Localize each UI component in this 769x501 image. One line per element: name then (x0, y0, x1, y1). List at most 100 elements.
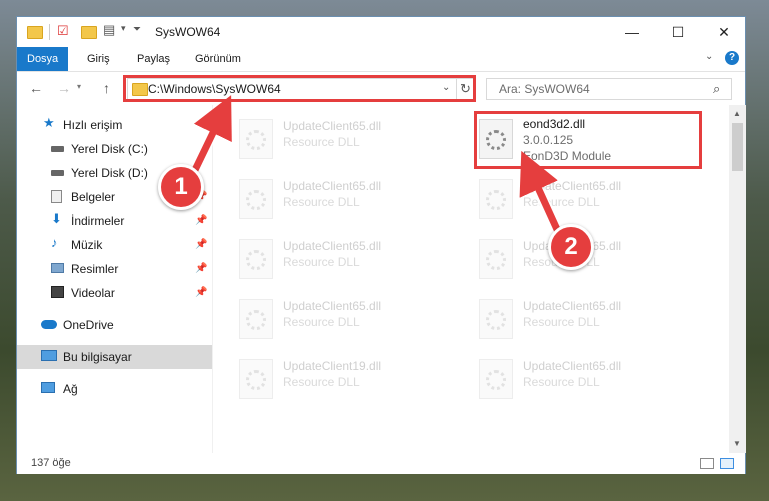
title-bar: ☑ ▤ ▾ ⏷ SysWOW64 — ☐ ✕ (17, 17, 745, 47)
scroll-up-icon[interactable]: ▲ (733, 109, 741, 118)
dll-file-icon (239, 299, 273, 339)
music-icon: ♪ (51, 235, 58, 250)
drive-icon (51, 146, 64, 152)
list-item[interactable]: UpdateClient65.dll Resource DLL (479, 235, 709, 285)
star-icon: ★ (43, 115, 55, 130)
sidebar-item-onedrive[interactable]: OneDrive (17, 313, 212, 337)
file-name: UpdateClient65.dll (283, 299, 382, 313)
status-bar: 137 öğe (17, 453, 745, 474)
pin-icon[interactable]: 📌 (195, 257, 207, 281)
sidebar-item-label: Hızlı erişim (63, 118, 123, 132)
file-name: UpdateClient65.dll (283, 179, 382, 193)
dll-file-icon (479, 359, 513, 399)
properties-icon[interactable]: ☑ (57, 23, 69, 39)
sidebar-item-label: Belgeler (71, 190, 116, 204)
computer-icon (41, 350, 57, 361)
dll-file-icon (239, 119, 273, 159)
sidebar-item-this-pc[interactable]: Bu bilgisayar (17, 345, 212, 369)
network-icon (41, 382, 55, 393)
up-button[interactable]: ↑ (103, 80, 110, 96)
sidebar-item-label: Ağ (63, 382, 78, 396)
file-name: UpdateClient65.dll (283, 119, 382, 133)
sidebar-item-quick-access[interactable]: ★ Hızlı erişim (17, 113, 212, 137)
pin-icon[interactable]: 📌 (195, 281, 207, 305)
navigation-pane: ★ Hızlı erişim Yerel Disk (C:) Yerel Dis… (17, 109, 212, 453)
sidebar-item-label: İndirmeler (71, 214, 125, 228)
list-item[interactable]: UpdateClient65.dll Resource DLL (479, 295, 709, 345)
videos-icon (51, 286, 64, 298)
search-input[interactable]: Ara: SysWOW64 ⌕ (486, 78, 732, 100)
file-highlight-box (474, 111, 702, 169)
tiles-view-icon[interactable] (720, 458, 734, 469)
sidebar-item-label: Bu bilgisayar (63, 350, 132, 364)
sidebar-item-label: OneDrive (63, 318, 114, 332)
dll-file-icon (479, 179, 513, 219)
customize-icon[interactable]: ▤ (103, 22, 115, 38)
sidebar-item-label: Resimler (71, 262, 119, 276)
new-folder-icon[interactable] (81, 24, 97, 40)
dll-file-icon (239, 179, 273, 219)
file-description: Resource DLL (523, 315, 600, 329)
navigation-bar: ← → ▾ ↑ C:\Windows\SysWOW64 ⌄ ↻ Ara: Sys… (17, 72, 745, 105)
ribbon-expand-icon[interactable]: ⌄ (705, 51, 713, 62)
callout-badge-1: 1 (158, 164, 204, 210)
sidebar-item-label: Yerel Disk (D:) (71, 166, 148, 180)
cloud-icon (41, 320, 57, 329)
tab-file[interactable]: Dosya (17, 47, 69, 71)
sidebar-item-videos[interactable]: Videolar 📌 (17, 281, 212, 305)
tab-home[interactable]: Giriş (77, 47, 120, 71)
list-item[interactable]: UpdateClient65.dll Resource DLL (479, 175, 709, 225)
file-description: Resource DLL (283, 315, 360, 329)
minimize-button[interactable]: — (609, 17, 655, 47)
recent-locations-icon[interactable]: ▾ (77, 82, 81, 91)
file-name: UpdateClient65.dll (283, 239, 382, 253)
download-icon: ⬇ (51, 211, 62, 226)
tab-share[interactable]: Paylaş (127, 47, 180, 71)
pin-icon[interactable]: 📌 (195, 233, 207, 257)
sidebar-item-disk-c[interactable]: Yerel Disk (C:) (17, 137, 212, 161)
pictures-icon (51, 263, 64, 273)
maximize-button[interactable]: ☐ (655, 17, 701, 47)
callout-badge-2: 2 (548, 224, 594, 270)
list-item[interactable]: UpdateClient65.dll Resource DLL (479, 355, 709, 405)
ribbon-tabs: Dosya Giriş Paylaş Görünüm ⌄ ? (17, 47, 745, 72)
forward-button[interactable]: → (57, 80, 71, 96)
search-icon[interactable]: ⌕ (713, 81, 720, 97)
dll-file-icon (479, 299, 513, 339)
scroll-thumb[interactable] (732, 123, 743, 171)
help-icon[interactable]: ? (725, 51, 739, 65)
pin-icon[interactable]: 📌 (195, 209, 207, 233)
tab-view[interactable]: Görünüm (185, 47, 251, 71)
list-item[interactable]: UpdateClient65.dll Resource DLL (239, 295, 469, 345)
list-item[interactable]: UpdateClient65.dll Resource DLL (239, 175, 469, 225)
item-count: 137 öğe (31, 457, 71, 469)
sidebar-item-downloads[interactable]: ⬇ İndirmeler 📌 (17, 209, 212, 233)
sidebar-item-network[interactable]: Ağ (17, 377, 212, 401)
file-description: Resource DLL (283, 375, 360, 389)
close-button[interactable]: ✕ (701, 17, 747, 47)
file-name: UpdateClient65.dll (523, 299, 622, 313)
chevron-down-icon[interactable]: ▾ (121, 23, 126, 39)
file-description: Resource DLL (523, 375, 600, 389)
file-name: UpdateClient19.dll (283, 359, 382, 373)
divider (212, 105, 213, 453)
quick-access-dropdown-icon[interactable]: ⏷ (133, 24, 141, 40)
file-description: Resource DLL (283, 255, 360, 269)
folder-icon (27, 24, 43, 40)
dll-file-icon (239, 359, 273, 399)
address-highlight-box (123, 75, 476, 102)
sidebar-item-music[interactable]: ♪ Müzik 📌 (17, 233, 212, 257)
dll-file-icon (479, 239, 513, 279)
list-item[interactable]: UpdateClient19.dll Resource DLL (239, 355, 469, 405)
documents-icon (51, 190, 62, 203)
back-button[interactable]: ← (29, 80, 43, 96)
sidebar-item-label: Müzik (71, 238, 103, 252)
sidebar-item-pictures[interactable]: Resimler 📌 (17, 257, 212, 281)
list-item[interactable]: UpdateClient65.dll Resource DLL (239, 115, 469, 165)
scroll-down-icon[interactable]: ▼ (733, 439, 741, 448)
list-item[interactable]: UpdateClient65.dll Resource DLL (239, 235, 469, 285)
file-name: UpdateClient65.dll (523, 359, 622, 373)
dll-file-icon (239, 239, 273, 279)
vertical-scrollbar[interactable]: ▲ ▼ (729, 105, 746, 453)
details-view-icon[interactable] (700, 458, 714, 469)
